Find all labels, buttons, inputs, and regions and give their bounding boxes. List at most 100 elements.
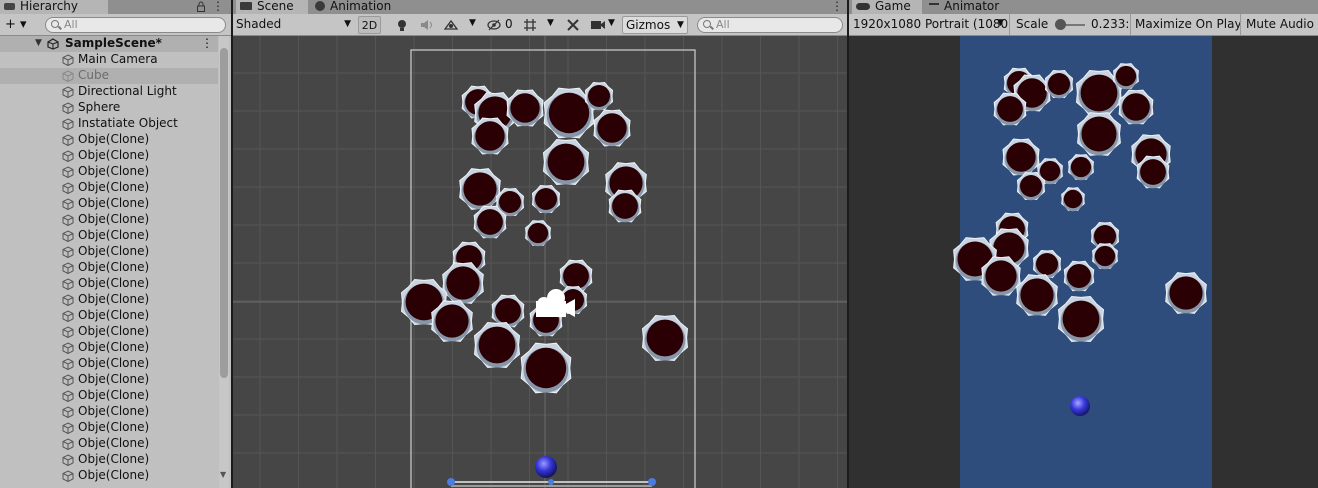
hierarchy-item-label: Obje(Clone): [78, 260, 150, 274]
rect-handle[interactable]: [648, 478, 656, 486]
tab-hierarchy[interactable]: Hierarchy: [0, 0, 108, 14]
hierarchy-item[interactable]: Obje(Clone): [0, 164, 218, 180]
gameobject-cube-icon: [62, 182, 74, 194]
hierarchy-item[interactable]: Obje(Clone): [0, 132, 218, 148]
hierarchy-item-label: Obje(Clone): [78, 356, 150, 370]
2d-toggle-button[interactable]: 2D: [358, 16, 381, 34]
hierarchy-item[interactable]: Obje(Clone): [0, 404, 218, 420]
resolution-dropdown-arrow-icon[interactable]: ▼: [997, 18, 1004, 28]
hierarchy-scroll-thumb[interactable]: [220, 48, 228, 378]
hierarchy-item[interactable]: Obje(Clone): [0, 436, 218, 452]
effects-dropdown-arrow-icon[interactable]: ▼: [469, 18, 476, 28]
hierarchy-item-label: Obje(Clone): [78, 436, 150, 450]
hierarchy-item[interactable]: Obje(Clone): [0, 260, 218, 276]
gameobject-cube-icon: [62, 406, 74, 418]
hole-object: [473, 205, 507, 239]
hierarchy-item[interactable]: Main Camera: [0, 52, 218, 68]
hierarchy-item[interactable]: Cube: [0, 68, 218, 84]
scene-tabbar: Scene Animation ⋮: [233, 0, 847, 14]
camera-dropdown-arrow-icon[interactable]: ▼: [608, 18, 615, 28]
scroll-down-icon[interactable]: ▼: [220, 470, 226, 479]
hierarchy-item[interactable]: Obje(Clone): [0, 372, 218, 388]
rect-handle[interactable]: [548, 479, 554, 485]
hierarchy-tabbar: Hierarchy ⋮: [0, 0, 231, 14]
hierarchy-item[interactable]: Directional Light: [0, 84, 218, 100]
audio-speaker-icon[interactable]: [420, 19, 434, 31]
hierarchy-item[interactable]: Obje(Clone): [0, 468, 218, 484]
sphere-object[interactable]: [535, 456, 557, 478]
lock-icon[interactable]: [196, 1, 206, 12]
hierarchy-item[interactable]: Obje(Clone): [0, 388, 218, 404]
effects-icon[interactable]: [444, 19, 458, 31]
gameobject-cube-icon: [62, 390, 74, 402]
hole-object: [542, 138, 590, 186]
tab-game[interactable]: Game: [852, 0, 922, 14]
camera-icon[interactable]: [590, 19, 606, 31]
game-canvas[interactable]: [849, 36, 1318, 488]
hierarchy-scrollbar[interactable]: ▼: [219, 36, 229, 488]
animation-clock-icon: [315, 1, 325, 11]
hierarchy-item[interactable]: Obje(Clone): [0, 452, 218, 468]
gameobject-cube-icon: [62, 230, 74, 242]
scene-toolbar: Shaded ▼ 2D ▼ 0 ▼ ▼ Gizmos ▼ All: [233, 14, 847, 36]
shading-mode-dropdown[interactable]: Shaded ▼: [236, 16, 353, 34]
unity-scene-icon: [47, 38, 59, 50]
hierarchy-item-label: Obje(Clone): [78, 308, 150, 322]
scene-root-row[interactable]: ▼ SampleScene* ⋮: [0, 36, 218, 52]
hierarchy-item[interactable]: Obje(Clone): [0, 244, 218, 260]
scene-menu-dots[interactable]: ⋮: [831, 0, 843, 14]
hierarchy-search-input[interactable]: All: [45, 17, 226, 33]
gameobject-cube-icon: [62, 150, 74, 162]
hierarchy-item[interactable]: Obje(Clone): [0, 196, 218, 212]
gizmos-dropdown[interactable]: Gizmos ▼: [622, 16, 688, 34]
toolbar-separator: [1009, 14, 1010, 35]
mute-audio-toggle[interactable]: Mute Audio: [1246, 16, 1314, 34]
hierarchy-item-label: Obje(Clone): [78, 340, 150, 354]
hierarchy-item-label: Obje(Clone): [78, 388, 150, 402]
grid-snap-icon[interactable]: [523, 18, 537, 32]
hierarchy-item[interactable]: Instatiate Object: [0, 116, 218, 132]
expand-arrow-icon[interactable]: ▼: [35, 36, 42, 51]
grid-dropdown-arrow-icon[interactable]: ▼: [547, 18, 554, 28]
scene-view[interactable]: [233, 36, 847, 488]
hierarchy-item-label: Obje(Clone): [78, 148, 150, 162]
scale-label: Scale: [1016, 17, 1049, 31]
lighting-bulb-icon[interactable]: [396, 19, 408, 32]
hierarchy-item[interactable]: Obje(Clone): [0, 308, 218, 324]
tab-scene[interactable]: Scene: [236, 0, 308, 14]
hierarchy-item-label: Obje(Clone): [78, 292, 150, 306]
scene-name: SampleScene*: [65, 36, 162, 50]
resolution-dropdown[interactable]: 1920x1080 Portrait (1080: [853, 16, 1008, 34]
hierarchy-item[interactable]: Obje(Clone): [0, 340, 218, 356]
scene-search-input[interactable]: All: [697, 17, 843, 33]
hierarchy-item[interactable]: Obje(Clone): [0, 276, 218, 292]
rect-handle[interactable]: [447, 478, 455, 486]
hierarchy-menu-dots[interactable]: ⋮: [212, 0, 224, 14]
hierarchy-item[interactable]: Obje(Clone): [0, 228, 218, 244]
scene-menu-dots[interactable]: ⋮: [201, 36, 213, 51]
hierarchy-item[interactable]: Sphere: [0, 100, 218, 116]
game-toolbar: 1920x1080 Portrait (1080 ▼ Scale 0.233: …: [849, 14, 1318, 36]
scale-slider-thumb[interactable]: [1054, 19, 1066, 30]
hidden-objects-eye-icon[interactable]: [487, 19, 501, 31]
tab-animator[interactable]: Animator: [925, 0, 1025, 14]
hierarchy-item[interactable]: Obje(Clone): [0, 212, 218, 228]
add-button[interactable]: + ▾: [5, 16, 27, 34]
game-view[interactable]: [849, 36, 1318, 488]
tab-animation[interactable]: Animation: [311, 0, 411, 14]
gameobject-cube-icon: [62, 358, 74, 370]
hierarchy-toolbar: + ▾ All: [0, 14, 231, 36]
gameobject-cube-icon: [62, 214, 74, 226]
hierarchy-item[interactable]: Obje(Clone): [0, 292, 218, 308]
hierarchy-item[interactable]: Obje(Clone): [0, 356, 218, 372]
tools-icon[interactable]: [566, 18, 580, 32]
hierarchy-item[interactable]: Obje(Clone): [0, 324, 218, 340]
scene-canvas[interactable]: [233, 36, 847, 488]
maximize-on-play-toggle[interactable]: Maximize On Play: [1135, 16, 1242, 34]
gameobject-cube-icon: [62, 454, 74, 466]
hierarchy-item[interactable]: Obje(Clone): [0, 148, 218, 164]
gameobject-cube-icon: [62, 278, 74, 290]
hierarchy-item[interactable]: Obje(Clone): [0, 420, 218, 436]
hierarchy-item[interactable]: Obje(Clone): [0, 180, 218, 196]
gameobject-cube-icon: [62, 54, 74, 66]
